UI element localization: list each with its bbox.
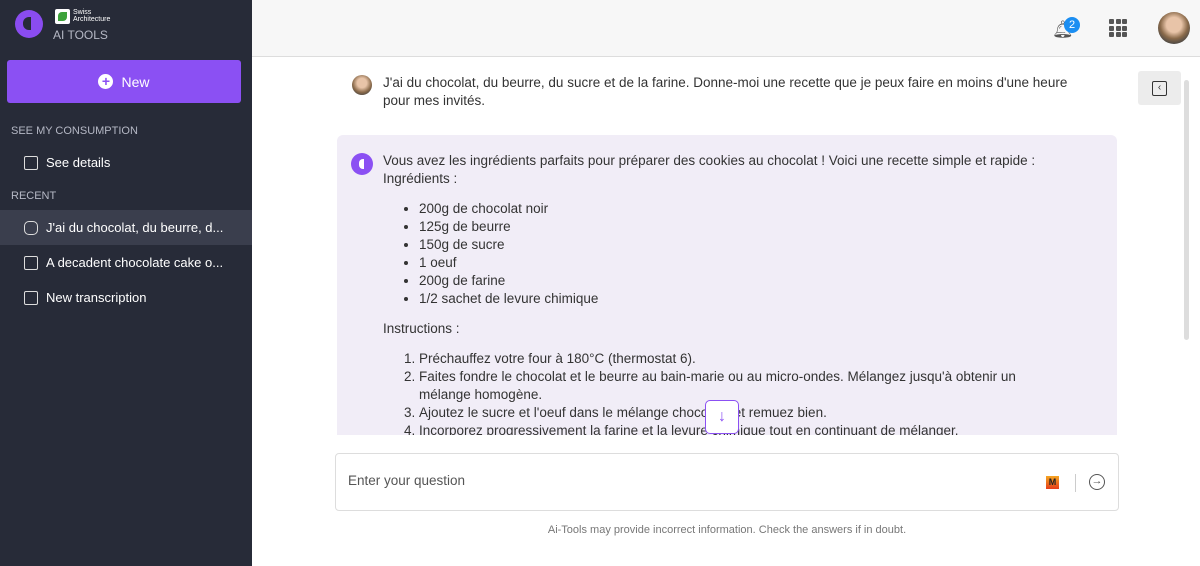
- disclaimer: Ai-Tools may provide incorrect informati…: [547, 524, 907, 536]
- image-sparkle-icon: [24, 255, 38, 270]
- audio-sparkle-icon: [24, 290, 38, 305]
- recent-item-label: New transcription: [46, 290, 147, 305]
- list-item: Préchauffez votre four à 180°C (thermost…: [419, 350, 1063, 368]
- brand-name: Swiss Architecture: [73, 9, 111, 23]
- arrow-right-icon: →: [1091, 475, 1103, 487]
- user-message: J'ai du chocolat, du beurre, du sucre et…: [383, 75, 1068, 108]
- user-message-avatar: [352, 75, 372, 95]
- question-input[interactable]: [348, 473, 1028, 488]
- see-details-link[interactable]: See details: [0, 145, 252, 180]
- recent-item[interactable]: New transcription: [0, 280, 252, 315]
- apps-grid-icon[interactable]: [1109, 19, 1127, 37]
- list-item: 200g de chocolat noir: [419, 200, 1063, 218]
- divider: [1075, 474, 1076, 492]
- recent-header: RECENT: [11, 190, 57, 202]
- brand-logo: Swiss Architecture: [55, 9, 113, 24]
- new-button[interactable]: + New: [7, 60, 241, 103]
- instructions-title: Instructions :: [383, 321, 460, 336]
- scroll-down-button[interactable]: ↓: [705, 400, 739, 434]
- sidebar: Swiss Architecture AI TOOLS + New SEE MY …: [0, 0, 252, 566]
- collapse-panel-button[interactable]: ‹: [1138, 71, 1181, 105]
- assistant-message: Vous avez les ingrédients parfaits pour …: [337, 135, 1117, 435]
- list-item: 150g de sucre: [419, 236, 1063, 254]
- list-item: 125g de beurre: [419, 218, 1063, 236]
- consumption-header: SEE MY CONSUMPTION: [11, 125, 138, 137]
- assistant-avatar-icon: [351, 153, 373, 175]
- notification-badge: 2: [1064, 17, 1080, 33]
- list-item: Ajoutez le sucre et l'oeuf dans le mélan…: [419, 404, 1063, 422]
- model-logo-icon[interactable]: M: [1046, 476, 1059, 489]
- app-logo-icon: [15, 10, 43, 38]
- user-avatar[interactable]: [1158, 12, 1190, 44]
- recent-item[interactable]: A decadent chocolate cake o...: [0, 245, 252, 280]
- scrollbar[interactable]: [1184, 80, 1189, 340]
- arrow-down-icon: ↓: [718, 408, 726, 425]
- app-name: AI TOOLS: [53, 28, 108, 42]
- recent-item-label: A decadent chocolate cake o...: [46, 255, 224, 270]
- send-button[interactable]: →: [1089, 474, 1105, 490]
- recent-item[interactable]: J'ai du chocolat, du beurre, d...: [0, 210, 252, 245]
- list-item: 200g de farine: [419, 272, 1063, 290]
- ingredients-list: 200g de chocolat noir 125g de beurre 150…: [383, 200, 1063, 308]
- list-item: Faites fondre le chocolat et le beurre a…: [419, 368, 1063, 404]
- panel-collapse-icon: ‹: [1152, 80, 1167, 96]
- assistant-intro: Vous avez les ingrédients parfaits pour …: [383, 153, 1036, 168]
- list-item: 1/2 sachet de levure chimique: [419, 290, 1063, 308]
- list-item: Incorporez progressivement la farine et …: [419, 422, 1063, 435]
- list-item: 1 oeuf: [419, 254, 1063, 272]
- external-link-icon: [24, 155, 38, 170]
- ingredients-title: Ingrédients :: [383, 171, 458, 186]
- see-details-label: See details: [46, 155, 111, 170]
- chat-sparkle-icon: [24, 220, 38, 235]
- composer: M →: [335, 453, 1119, 511]
- recent-item-label: J'ai du chocolat, du beurre, d...: [46, 220, 224, 235]
- new-label: New: [121, 73, 150, 90]
- plus-icon: +: [98, 74, 114, 89]
